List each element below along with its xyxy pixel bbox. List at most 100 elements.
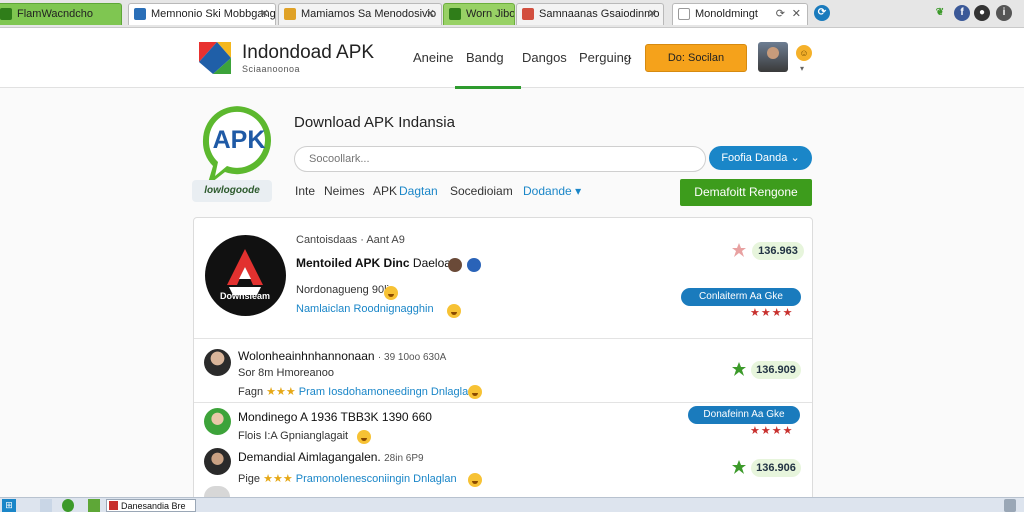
brand-tagline: Sciaanoonoa <box>242 64 301 74</box>
filter-link[interactable]: APK <box>373 184 397 198</box>
coin-icon[interactable]: ☺ <box>796 45 812 61</box>
tab-favicon-icon <box>678 8 690 20</box>
brand-name[interactable]: Indondoad APK <box>242 42 374 64</box>
tab-favicon-icon <box>284 8 296 20</box>
filter-link[interactable]: Socedioiam <box>450 184 513 198</box>
featured-app-title[interactable]: Mentoiled APK Dinc Daeloan <box>296 256 458 270</box>
list-divider <box>194 338 812 339</box>
verified-badge-icon <box>467 258 481 272</box>
smile-emoji-icon <box>468 473 482 487</box>
chevron-down-icon: ⌄ <box>790 152 800 164</box>
tab-favicon-icon <box>522 8 534 20</box>
list-item-download-button[interactable]: Donafeinn Aa Gke <box>688 406 800 424</box>
browser-extension-icon[interactable]: ⟳ <box>814 5 830 21</box>
nav-link-active[interactable]: Bandg <box>466 50 504 65</box>
leaf-icon[interactable]: ❦ <box>932 5 948 21</box>
site-header: Indondoad APK Sciaanoonoa Aneine Bandg D… <box>0 28 1024 89</box>
filter-link[interactable]: Neimes <box>324 184 365 198</box>
pinned-app-icon[interactable] <box>62 499 74 512</box>
nav-active-indicator <box>455 86 521 89</box>
apk-logo-text: APK <box>213 126 266 154</box>
filter-dropdown[interactable]: Dodande ▾ <box>523 184 581 198</box>
nav-link-games[interactable]: Dangos <box>522 50 567 65</box>
tab-title: Worn Jibo <box>466 8 515 20</box>
tab-title: Memnonio Ski Mobbgang <box>151 8 276 20</box>
brand-logo-icon[interactable] <box>197 40 233 76</box>
user-avatar[interactable] <box>758 42 788 72</box>
browser-tab[interactable]: Mamiamos Sa Menodosivio ✕ <box>278 3 442 25</box>
tab-title: Monoldmingt <box>695 8 758 20</box>
list-item-star-rating: ★★★★ <box>750 425 794 437</box>
featured-app-description: Nordonagueng 90lin <box>296 284 396 296</box>
featured-app-logo[interactable] <box>205 235 286 316</box>
search-input[interactable] <box>294 146 706 172</box>
page-title: Download APK Indansia <box>294 114 455 131</box>
smile-emoji-icon <box>447 304 461 318</box>
search-button[interactable]: Foofia Danda ⌄ <box>709 146 812 170</box>
app-avatar[interactable] <box>204 448 231 475</box>
facebook-icon[interactable]: f <box>954 5 970 21</box>
tab-favicon-icon <box>0 8 12 20</box>
app-avatar[interactable] <box>204 408 231 435</box>
list-item-subtitle: Flois I:A Gpnianglagait <box>238 430 349 442</box>
list-item-rating: 136.906 <box>751 459 801 477</box>
star-icon <box>732 362 746 376</box>
browser-tab-strip: FlamWacndcho Memnonio Ski Mobbgang ✕ Mam… <box>0 0 1024 28</box>
os-taskbar: ⊞ Danesandia Bre <box>0 497 1024 512</box>
list-item-meta: 28in 6P9 <box>384 453 424 464</box>
list-item-title[interactable]: Demandial Aimlagangalen. 28in 6P9 <box>238 450 424 464</box>
filter-dropdown-label: Dodande <box>523 184 572 198</box>
primary-download-button[interactable]: Demafoitt Rengone <box>680 179 812 206</box>
browser-tab[interactable]: FlamWacndcho <box>0 3 122 25</box>
tab-close-icon[interactable]: ✕ <box>648 4 657 24</box>
featured-app-link[interactable]: Namlaiclan Roodnignagghin <box>296 303 434 315</box>
tab-favicon-icon <box>134 8 146 20</box>
featured-app-logo-icon <box>227 249 263 295</box>
filter-link-active[interactable]: Dagtan <box>399 184 438 198</box>
browser-tab-active[interactable]: Memnonio Ski Mobbgang ✕ <box>128 3 276 25</box>
list-item-subtitle: Sor 8m Hmoreanoo <box>238 367 334 379</box>
list-item-prefix: Fagn <box>238 386 264 398</box>
list-item-stars: ★★★ <box>263 473 293 485</box>
nav-link-home[interactable]: Aneine <box>413 50 453 65</box>
app-avatar[interactable] <box>204 349 231 376</box>
nav-more-dots[interactable]: ·· <box>624 50 633 65</box>
list-item-rating: 136.909 <box>751 361 801 379</box>
pinned-app-icon[interactable] <box>40 499 52 512</box>
list-item-footer: Pige ★★★ Pramonolenesconiingin Dnlaglan <box>238 472 457 485</box>
featured-download-button[interactable]: Conlaiterm Aa Gke <box>681 288 801 306</box>
taskbar-active-label: Danesandia Bre <box>121 501 186 511</box>
featured-star-rating: ★★★★ <box>750 307 794 319</box>
chevron-down-icon[interactable]: ▾ <box>800 64 804 73</box>
smile-emoji-icon <box>384 286 398 300</box>
tab-close-icon[interactable]: ✕ <box>426 4 435 24</box>
tab-close-icon[interactable]: ✕ <box>792 4 801 24</box>
list-item-link[interactable]: Pramonolenesconiingin Dnlaglan <box>296 473 457 485</box>
featured-rating: 136.963 <box>752 242 804 260</box>
smile-emoji-icon <box>357 430 371 444</box>
apk-logo-caption: lowlogoode <box>192 180 272 202</box>
filter-link[interactable]: Inte <box>295 184 315 198</box>
app-avatar[interactable] <box>204 486 230 497</box>
list-item-title-text: Demandial Aimlagangalen. <box>238 450 381 464</box>
profile-icon[interactable]: ● <box>974 5 990 21</box>
tab-close-icon[interactable]: ⟳ <box>776 4 785 24</box>
list-item-link[interactable]: Pram Iosdohamoneedingn Dnlaglan <box>299 386 475 398</box>
start-icon[interactable]: ⊞ <box>2 499 16 512</box>
browser-tab[interactable]: Worn Jibo <box>443 3 515 25</box>
list-item-title[interactable]: Wolonheainhnhannonaan · 39 10oo 630A <box>238 349 446 363</box>
tab-close-icon[interactable]: ✕ <box>260 4 269 24</box>
browser-tab[interactable]: Monoldmingt ⟳ ✕ <box>672 3 808 25</box>
star-icon <box>732 243 746 257</box>
tray-icon[interactable] <box>1004 499 1016 512</box>
list-item-footer: Fagn ★★★ Pram Iosdohamoneedingn Dnlaglan <box>238 385 474 398</box>
tab-title: FlamWacndcho <box>17 8 94 20</box>
header-cta-button[interactable]: Do: Socilan <box>645 44 747 72</box>
browser-tab[interactable]: Samnaanas Gsaiodinmo ✕ <box>516 3 664 25</box>
list-divider <box>194 402 812 403</box>
pinned-app-icon[interactable] <box>88 499 100 512</box>
taskbar-active-item[interactable]: Danesandia Bre <box>106 499 196 512</box>
list-item-title[interactable]: Mondinego A 1936 TBB3K 1390 660 <box>238 410 432 424</box>
list-item-prefix: Pige <box>238 473 261 485</box>
info-icon[interactable]: i <box>996 5 1012 21</box>
